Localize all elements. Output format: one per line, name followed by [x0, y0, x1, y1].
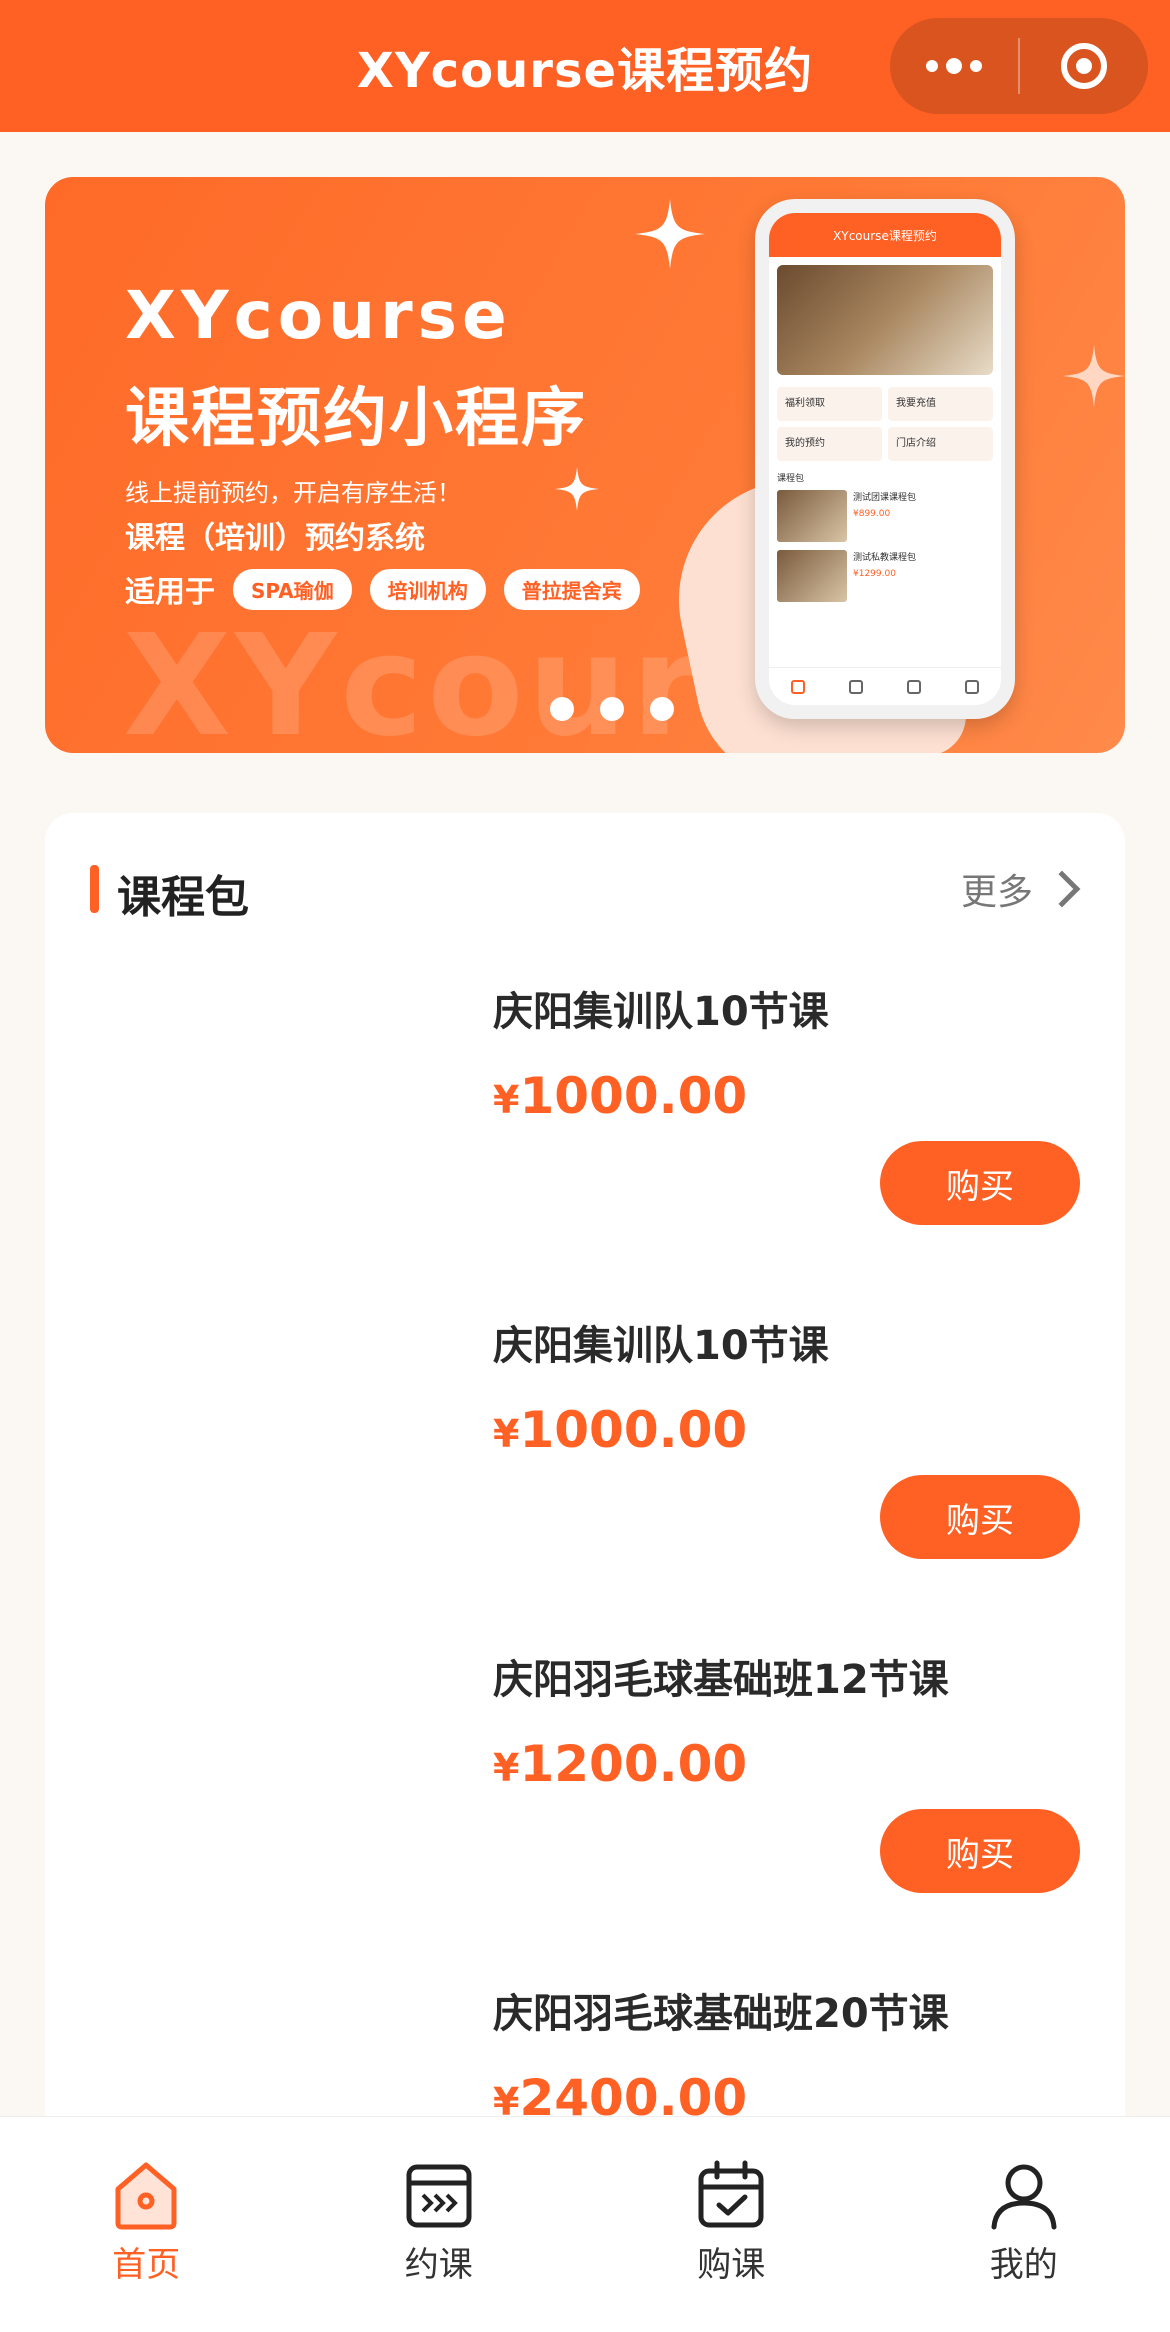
- course-price: ¥1000.00: [493, 1401, 747, 1459]
- banner-title-en: XYcourse: [125, 277, 512, 354]
- banner-system-label: 课程（培训）预约系统: [125, 521, 425, 556]
- carousel-dot[interactable]: [550, 697, 574, 721]
- buy-button[interactable]: 购买: [880, 1475, 1080, 1559]
- phone-list-item: 测试团课课程包 ¥899.00: [777, 490, 993, 542]
- more-link[interactable]: 更多: [961, 863, 1085, 915]
- course-name: 庆阳集训队10节课: [493, 989, 829, 1035]
- page: XYcourse课程预约 XYcourse XYcourse 课程预约小程序 线…: [0, 0, 1170, 2332]
- tab-buy-course[interactable]: 购课: [585, 2117, 878, 2332]
- tab-schedule[interactable]: 约课: [293, 2117, 586, 2332]
- phone-list-title: 课程包: [777, 474, 805, 484]
- course-name: 庆阳羽毛球基础班20节课: [493, 1991, 949, 2037]
- phone-mockup: XYcourse课程预约 福利领取 我要充值 我的预约 门店介绍 课程包 测试团…: [755, 199, 1015, 719]
- banner-tag: SPA瑜伽: [233, 568, 352, 610]
- phone-item-name: 测试私教课程包: [853, 553, 917, 563]
- calendar-check-icon: [698, 2160, 764, 2228]
- price-amount: 1000.00: [519, 1401, 748, 1459]
- phone-title: XYcourse课程预约: [769, 213, 1001, 257]
- chevron-right-icon: [1043, 870, 1081, 908]
- course-price: ¥1000.00: [493, 1067, 747, 1125]
- course-name: 庆阳集训队10节课: [493, 1323, 829, 1369]
- course-item[interactable]: 庆阳集训队10节课 ¥1000.00 购买: [45, 1313, 1125, 1647]
- user-icon: [991, 2164, 1057, 2230]
- section-header: 课程包 更多: [45, 813, 1125, 957]
- tab-label: 我的: [989, 2245, 1058, 2285]
- phone-item-price: ¥899.00: [853, 509, 891, 519]
- phone-item-price: ¥1299.00: [853, 569, 896, 579]
- course-name: 庆阳羽毛球基础班12节课: [493, 1657, 949, 1703]
- tab-label: 购课: [697, 2245, 766, 2285]
- phone-grid-item: 我的预约: [777, 427, 882, 461]
- phone-banner-image: [777, 265, 993, 375]
- tab-bar: 首页 约课 购课 我的: [0, 2116, 1170, 2332]
- banner-usage-label: 适用于: [125, 575, 215, 610]
- sparkle-icon: [1063, 345, 1125, 407]
- banner-title-cn: 课程预约小程序: [125, 382, 587, 456]
- section-accent-bar: [90, 865, 99, 913]
- sparkle-icon: [635, 199, 705, 269]
- tab-home[interactable]: 首页: [0, 2117, 293, 2332]
- phone-grid-item: 门店介绍: [888, 427, 993, 461]
- price-amount: 1000.00: [519, 1067, 748, 1125]
- carousel-dot[interactable]: [650, 697, 674, 721]
- section-title: 课程包: [117, 872, 249, 923]
- page-title: XYcourse课程预约: [356, 43, 814, 99]
- home-icon: [115, 2162, 177, 2230]
- currency-symbol: ¥: [493, 1412, 520, 1456]
- carousel-indicators: [550, 697, 674, 721]
- buy-button[interactable]: 购买: [880, 1809, 1080, 1893]
- currency-symbol: ¥: [493, 1078, 520, 1122]
- tab-label: 约课: [404, 2245, 473, 2285]
- banner-tag: 培训机构: [369, 568, 486, 610]
- course-price: ¥1200.00: [493, 1735, 747, 1793]
- phone-grid-item: 福利领取: [777, 387, 882, 421]
- phone-tab-bar: [769, 667, 1001, 705]
- phone-grid-item: 我要充值: [888, 387, 993, 421]
- course-item[interactable]: 庆阳羽毛球基础班12节课 ¥1200.00 购买: [45, 1647, 1125, 1981]
- schedule-icon: [406, 2164, 472, 2228]
- carousel-dot[interactable]: [600, 697, 624, 721]
- phone-list-item: 测试私教课程包 ¥1299.00: [777, 550, 993, 602]
- currency-symbol: ¥: [493, 1746, 520, 1790]
- more-button[interactable]: [890, 18, 1018, 114]
- price-amount: 1200.00: [519, 1735, 748, 1793]
- course-item[interactable]: 庆阳集训队10节课 ¥1000.00 购买: [45, 979, 1125, 1313]
- close-button[interactable]: [1020, 18, 1148, 114]
- mini-program-capsule: [890, 18, 1148, 114]
- banner-carousel[interactable]: XYcourse XYcourse 课程预约小程序 线上提前预约，开启有序生活！…: [45, 177, 1125, 753]
- tab-mine[interactable]: 我的: [878, 2117, 1170, 2332]
- more-label: 更多: [960, 872, 1033, 913]
- course-package-card: 课程包 更多 庆阳集训队10节课 ¥1000.00 购买 庆阳集训队10节课 ¥…: [45, 813, 1125, 2332]
- tab-label: 首页: [112, 2245, 181, 2285]
- buy-button[interactable]: 购买: [880, 1141, 1080, 1225]
- banner-subtitle: 线上提前预约，开启有序生活！: [125, 479, 461, 507]
- sparkle-icon: [555, 467, 599, 511]
- target-icon: [1061, 43, 1107, 89]
- phone-item-name: 测试团课课程包: [853, 493, 917, 503]
- more-dots-icon: [926, 58, 982, 74]
- banner-tag: 普拉提舍宾: [503, 568, 640, 610]
- nav-bar: XYcourse课程预约: [0, 0, 1170, 132]
- banner-usage: 适用于 SPA瑜伽 培训机构 普拉提舍宾: [125, 567, 640, 611]
